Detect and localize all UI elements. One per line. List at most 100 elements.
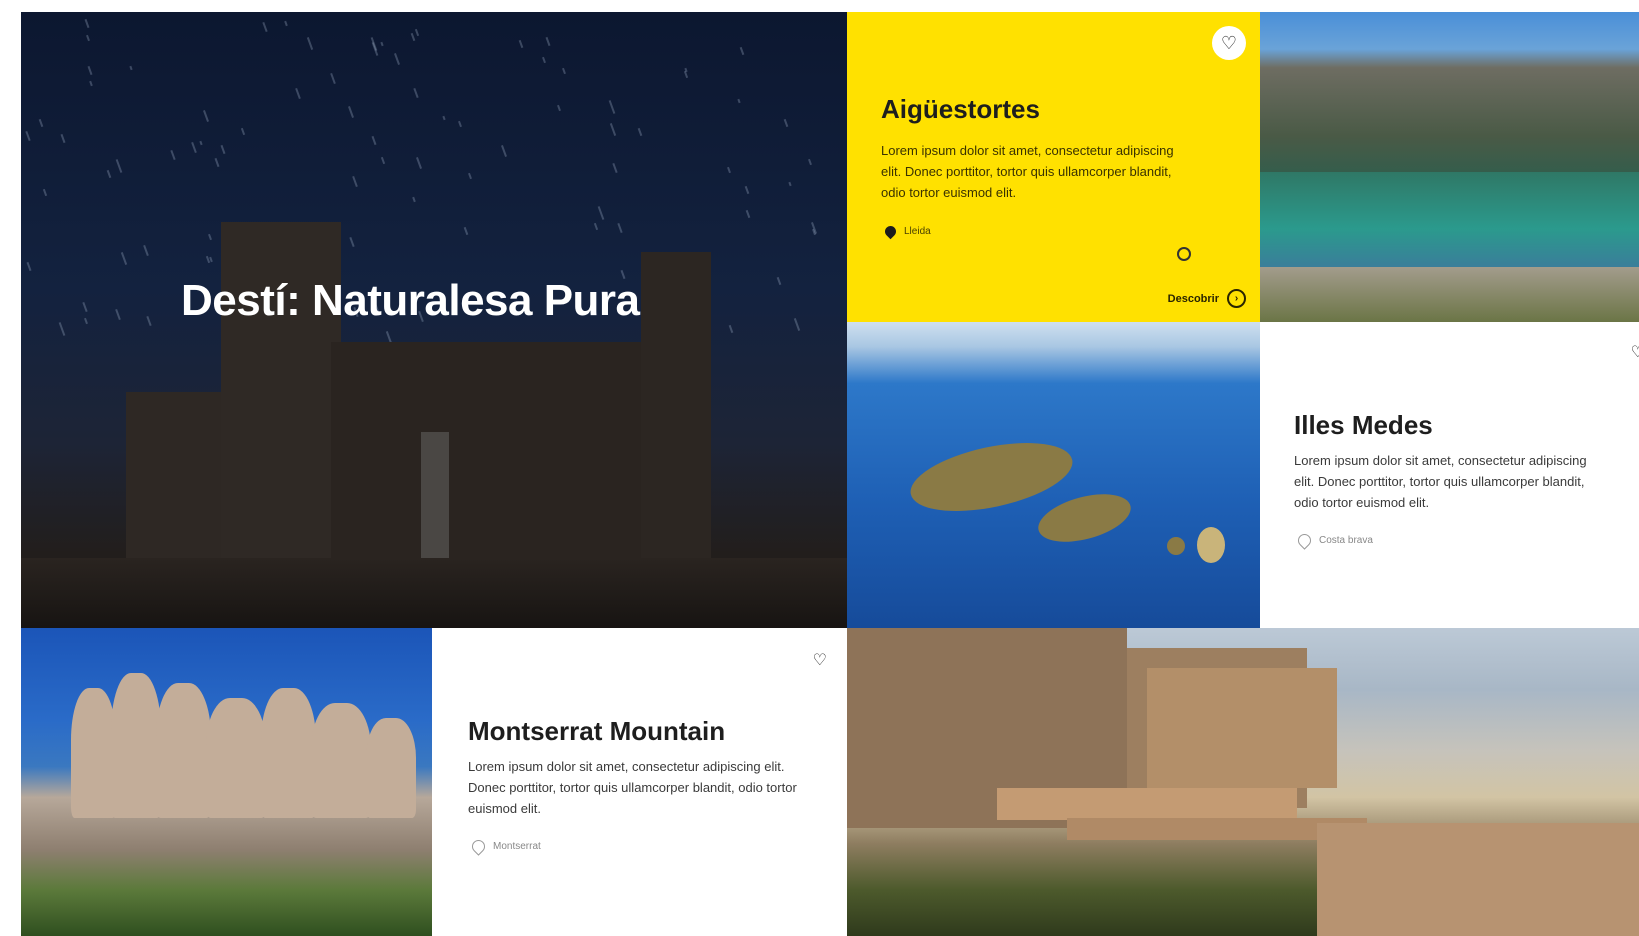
star-trail <box>617 222 623 234</box>
star-trail <box>208 233 212 241</box>
star-trail <box>609 123 617 136</box>
photo-lake[interactable] <box>1260 12 1639 322</box>
star-trail <box>808 158 812 166</box>
card-aiguestortes[interactable]: ♡ Aigüestortes Lorem ipsum dolor sit ame… <box>847 12 1260 322</box>
star-trail <box>129 65 133 71</box>
rock-pinnacle <box>311 703 371 818</box>
star-trail <box>410 32 416 42</box>
card-title: Montserrat Mountain <box>468 716 726 746</box>
card-location-label: Lleida <box>904 226 931 237</box>
star-trail <box>120 252 128 265</box>
discover-link[interactable]: Descobrir › <box>1168 289 1246 308</box>
island-medium <box>1033 485 1136 551</box>
star-trail <box>284 20 288 27</box>
star-trail <box>86 34 90 42</box>
star-trail <box>739 46 745 56</box>
star-trail <box>416 157 422 169</box>
card-title: Aigüestortes <box>881 94 1040 124</box>
star-trail <box>84 18 90 29</box>
cursor-icon <box>1177 247 1191 261</box>
star-trail <box>557 104 561 112</box>
hero-title: Destí: Naturalesa Pura <box>181 276 640 325</box>
location-pin-icon <box>1295 531 1314 550</box>
star-trail <box>597 206 605 220</box>
islet-right <box>1197 527 1225 563</box>
star-trail <box>58 322 66 336</box>
star-trail <box>793 318 801 331</box>
star-trail <box>788 181 792 187</box>
card-location: Montserrat <box>469 837 541 856</box>
star-trail <box>442 115 446 121</box>
star-trail <box>295 87 301 100</box>
star-trail <box>737 98 741 104</box>
star-trail <box>191 141 197 154</box>
lake-water <box>1260 172 1639 267</box>
star-trail <box>542 56 546 64</box>
location-pin-icon <box>882 223 899 240</box>
star-trail <box>106 169 112 179</box>
card-description: Lorem ipsum dolor sit amet, consectetur … <box>881 143 1174 200</box>
rock-pinnacle <box>71 688 116 818</box>
rock-pinnacle <box>206 698 266 818</box>
star-trail <box>608 100 616 114</box>
star-trail <box>593 222 599 231</box>
discover-label: Descobrir <box>1167 292 1219 305</box>
card-montserrat[interactable]: ♡ Montserrat Mountain Lorem ipsum dolor … <box>432 628 847 936</box>
cliff-sunlit <box>1147 668 1337 788</box>
monastery-building <box>997 788 1297 820</box>
star-trail <box>776 276 782 286</box>
star-trail <box>468 172 472 180</box>
star-trail <box>501 145 507 157</box>
star-trail <box>26 261 32 272</box>
heart-icon[interactable]: ♡ <box>1212 26 1246 60</box>
star-trail <box>25 130 31 142</box>
card-location: Lleida <box>882 223 931 240</box>
heart-icon[interactable]: ♡ <box>1631 342 1639 362</box>
star-trail <box>352 175 358 188</box>
star-trail <box>394 53 400 65</box>
star-trail <box>42 188 48 197</box>
rock-pinnacle <box>366 718 416 818</box>
arrow-right-circle-icon: › <box>1227 289 1246 308</box>
star-trail <box>727 166 731 174</box>
star-trail <box>214 157 220 168</box>
card-location-label: Costa brava <box>1319 535 1373 546</box>
rock-pinnacle <box>111 673 161 818</box>
star-trail <box>203 110 209 122</box>
star-trail <box>82 301 88 313</box>
star-trail <box>143 244 149 257</box>
card-location: Costa brava <box>1295 531 1373 550</box>
star-trail <box>783 118 789 128</box>
star-trail <box>562 67 566 75</box>
star-trail <box>349 236 355 248</box>
card-description: Lorem ipsum dolor sit amet, consectetur … <box>468 759 797 816</box>
card-description: Lorem ipsum dolor sit amet, consectetur … <box>1294 453 1587 510</box>
star-trail <box>170 149 176 161</box>
star-trail <box>60 133 66 144</box>
star-trail <box>262 21 268 33</box>
islet-small <box>1167 537 1185 555</box>
card-location-label: Montserrat <box>493 841 541 852</box>
castle-ruin-right <box>641 252 711 602</box>
rock-pinnacle <box>261 688 316 818</box>
star-trail <box>330 72 336 85</box>
star-trail <box>414 28 420 37</box>
photo-islands[interactable] <box>847 322 1260 628</box>
star-trail <box>545 36 551 47</box>
star-trail <box>463 226 469 236</box>
card-title: Illes Medes <box>1294 410 1433 440</box>
star-trail <box>637 127 643 137</box>
star-trail <box>348 106 354 118</box>
star-trail <box>744 185 750 195</box>
card-illes-medes[interactable]: ♡ Illes Medes Lorem ipsum dolor sit amet… <box>1260 322 1639 628</box>
star-trail <box>306 37 314 50</box>
rock-pinnacle <box>156 683 211 818</box>
photo-montserrat-monastery[interactable] <box>847 628 1639 936</box>
heart-icon[interactable]: ♡ <box>813 650 827 670</box>
location-pin-icon <box>469 837 488 856</box>
star-trail <box>380 41 384 47</box>
cliff-right <box>1317 823 1639 936</box>
star-trail <box>199 140 203 146</box>
star-trail <box>89 80 93 87</box>
photo-montserrat-peaks[interactable] <box>21 628 432 936</box>
